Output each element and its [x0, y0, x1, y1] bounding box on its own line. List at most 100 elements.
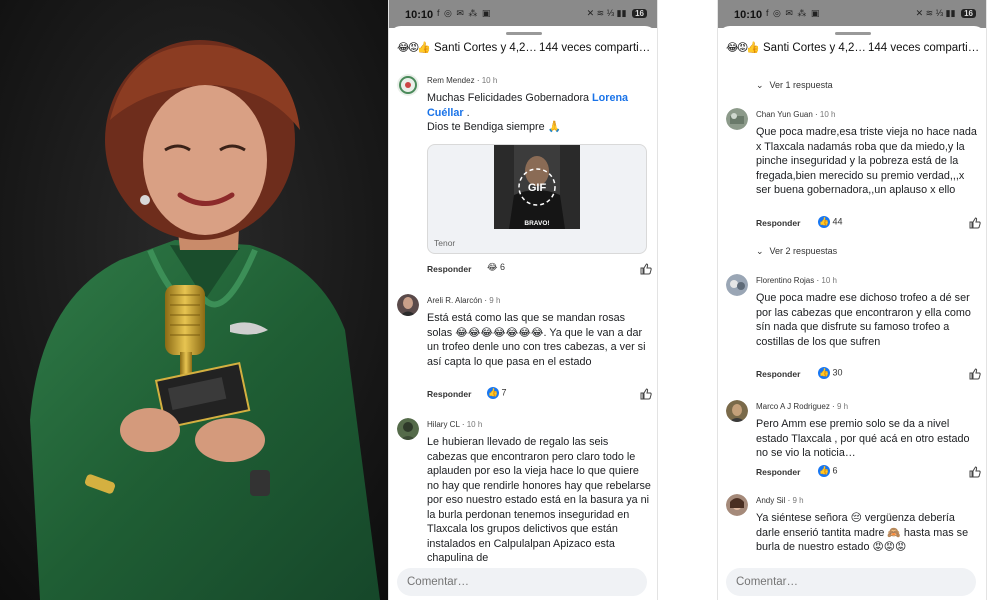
phone-screen-left: 10:10 f ◎ ✉ ⁂ ▣ ✕ ≋ ⅓ ▮▮ 16 😂😡👍 Santi Co…: [388, 0, 658, 600]
comments-list[interactable]: Rem Mendez · 10 h Muchas Felicidades Gob…: [389, 62, 657, 562]
signal-icons: ✕ ≋ ⅓ ▮▮: [915, 8, 956, 18]
comment-meta: Marco A J Rodriguez · 9 h: [756, 402, 849, 411]
status-bar: 10:10 f ◎ ✉ ⁂ ▣ ✕ ≋ ⅓ ▮▮ 16: [718, 0, 986, 28]
reply-button[interactable]: Responder: [427, 389, 471, 399]
like-reaction-icon: 👍: [487, 387, 499, 399]
system-icons: ✕ ≋ ⅓ ▮▮ 16: [587, 8, 647, 19]
shares-count[interactable]: 144 veces comparti…: [868, 42, 979, 54]
comment-time: 9 h: [489, 296, 501, 305]
comment-input[interactable]: [726, 568, 976, 596]
comment: Areli R. Alarcón · 9 h Está está como la…: [397, 294, 653, 404]
reaction-number: 44: [832, 216, 843, 227]
comment-actions: Responder 😂 6: [427, 262, 653, 278]
comment-text: Le hubieran llevado de regalo las seis c…: [427, 436, 651, 562]
avatar[interactable]: [726, 400, 748, 422]
like-reaction-icon: 👍: [818, 367, 830, 379]
comment-author[interactable]: Andy Sil: [756, 496, 785, 505]
avatar[interactable]: [397, 74, 419, 96]
comment-composer: [389, 562, 657, 600]
comment-meta: Areli R. Alarcón · 9 h: [427, 296, 501, 305]
view-replies-link[interactable]: ⌄ Ver 2 respuestas: [756, 246, 837, 257]
avatar[interactable]: [726, 108, 748, 130]
drag-handle[interactable]: [506, 32, 542, 35]
reactions-summary[interactable]: 😂😡👍 Santi Cortes y 4,2… 144 veces compar…: [718, 40, 986, 60]
comment-input[interactable]: [397, 568, 647, 596]
gif-source[interactable]: Tenor: [434, 238, 455, 248]
view-replies-label: Ver 2 respuestas: [769, 246, 838, 256]
photo-woman-with-trophy: [0, 0, 388, 600]
comment-actions: Responder 👍 7: [427, 387, 653, 403]
comment-author[interactable]: Areli R. Alarcón: [427, 296, 482, 305]
status-time: 10:10: [405, 9, 434, 21]
comment-author[interactable]: Rem Mendez: [427, 76, 475, 85]
comment-time: 10 h: [821, 276, 837, 285]
comment-actions: Responder 👍 6: [756, 465, 982, 481]
comments-list[interactable]: ⌄ Ver 1 respuesta Chan Yun Guan · 10 h Qu…: [718, 62, 986, 562]
comment-text: Está está como las que se mandan rosas s…: [427, 312, 646, 368]
chevron-down-icon: ⌄: [756, 80, 764, 90]
comment-actions: Responder 👍 30: [756, 367, 982, 383]
status-bar: 10:10 f ◎ ✉ ⁂ ▣ ✕ ≋ ⅓ ▮▮ 16: [389, 0, 657, 28]
view-replies-link[interactable]: ⌄ Ver 1 respuesta: [756, 80, 833, 91]
comment-author[interactable]: Florentino Rojas: [756, 276, 814, 285]
avatar[interactable]: [726, 494, 748, 516]
comment-meta: Andy Sil · 9 h: [756, 496, 804, 505]
like-icon[interactable]: [639, 262, 653, 276]
battery-icon: 16: [961, 9, 976, 18]
comment-time: 10 h: [466, 420, 483, 429]
comment-time: 9 h: [836, 402, 849, 411]
laugh-reaction-icon: 😂: [487, 262, 498, 272]
comment-time: 10 h: [481, 76, 498, 85]
reaction-number: 30: [832, 367, 843, 378]
comment-text-part: Muchas Felicidades Gobernadora: [427, 92, 593, 104]
comment-actions: Responder 👍 44: [756, 216, 982, 232]
like-icon[interactable]: [639, 387, 653, 401]
comment-text: Que poca madre,esa triste vieja no hace …: [756, 126, 977, 196]
comment-text: Ya siéntese señora 😔 vergüenza debería d…: [756, 512, 969, 553]
comment-author[interactable]: Hilary CL: [427, 420, 460, 429]
like-reaction-icon: 👍: [818, 216, 830, 228]
comment-text: Pero Amm ese premio solo se da a nivel e…: [756, 418, 970, 459]
reply-button[interactable]: Responder: [756, 218, 800, 228]
avatar[interactable]: [397, 294, 419, 316]
reactors-names[interactable]: Santi Cortes y 4,2…: [763, 42, 866, 54]
reply-button[interactable]: Responder: [756, 467, 800, 477]
reply-button[interactable]: Responder: [427, 264, 471, 274]
comment-time: 9 h: [792, 496, 804, 505]
reaction-number: 6: [500, 262, 506, 272]
reactors-names[interactable]: Santi Cortes y 4,2…: [434, 42, 537, 54]
comment-text-part: .: [463, 106, 470, 119]
reaction-count[interactable]: 👍 44: [818, 216, 843, 228]
gif-attachment[interactable]: GIF BRAVO! Tenor: [427, 144, 647, 254]
gif-caption: BRAVO!: [524, 220, 549, 227]
like-icon[interactable]: [968, 465, 982, 479]
like-icon[interactable]: [968, 216, 982, 230]
reply-button[interactable]: Responder: [756, 369, 800, 379]
drag-handle[interactable]: [835, 32, 871, 35]
comment: Chan Yun Guan · 10 h Que poca madre,esa …: [726, 108, 982, 238]
comment: Rem Mendez · 10 h Muchas Felicidades Gob…: [397, 74, 653, 289]
comment-author[interactable]: Chan Yun Guan: [756, 110, 813, 119]
reaction-count[interactable]: 😂 6: [487, 262, 505, 273]
like-icon[interactable]: [968, 367, 982, 381]
comment-author[interactable]: Marco A J Rodriguez: [756, 402, 830, 411]
status-time: 10:10: [734, 9, 763, 21]
reaction-count[interactable]: 👍 30: [818, 367, 843, 379]
view-replies-label: Ver 1 respuesta: [769, 80, 833, 90]
avatar[interactable]: [726, 274, 748, 296]
comment-meta: Rem Mendez · 10 h: [427, 76, 498, 85]
avatar[interactable]: [397, 418, 419, 440]
reaction-emojis: 😂😡👍: [397, 42, 431, 54]
comment-text: Muchas Felicidades Gobernadora Lorena Cu…: [427, 91, 651, 135]
reaction-count[interactable]: 👍 7: [487, 387, 507, 399]
comment-meta: Hilary CL · 10 h: [427, 420, 483, 429]
reaction-count[interactable]: 👍 6: [818, 465, 838, 477]
gif-label: GIF: [528, 182, 547, 194]
shares-count[interactable]: 144 veces comparti…: [539, 42, 650, 54]
reactions-summary[interactable]: 😂😡👍 Santi Cortes y 4,2… 144 veces compar…: [389, 40, 657, 60]
chevron-down-icon: ⌄: [756, 246, 764, 256]
gif-image[interactable]: GIF BRAVO!: [494, 145, 580, 229]
notification-icons: f ◎ ✉ ⁂ ▣: [766, 8, 821, 18]
comment: Marco A J Rodriguez · 9 h Pero Amm ese p…: [726, 400, 982, 485]
comment-text-line: Dios te Bendiga siempre 🙏: [427, 121, 562, 133]
